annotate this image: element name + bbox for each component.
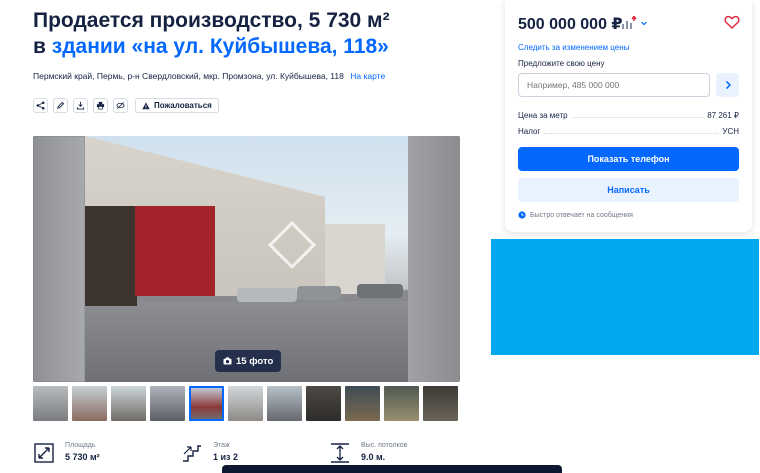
complain-button[interactable]: Пожаловаться	[135, 98, 219, 113]
address-text: Пермский край, Пермь, р-н Свердловский, …	[33, 71, 344, 81]
photo-gallery[interactable]: 15 фото	[33, 136, 460, 382]
camera-icon	[223, 357, 232, 365]
building-link[interactable]: здании «на ул. Куйбышева, 118»	[52, 35, 389, 58]
thumbnail[interactable]	[423, 386, 458, 421]
thumbnail[interactable]	[72, 386, 107, 421]
offer-submit-button[interactable]	[716, 73, 739, 97]
warning-icon	[142, 101, 150, 109]
fact-ceiling: Выс. потолков 9.0 м.	[329, 442, 459, 464]
chevron-right-icon	[725, 80, 731, 90]
offer-label: Предложите свою цену	[518, 59, 605, 68]
chevron-down-icon	[641, 21, 647, 26]
offer-price-input[interactable]	[518, 73, 710, 97]
thumbnail[interactable]	[267, 386, 302, 421]
thumbnail[interactable]	[150, 386, 185, 421]
area-icon	[34, 443, 54, 463]
price-per-meter-value: 87 261 ₽	[707, 111, 739, 120]
clock-icon	[518, 211, 526, 219]
gallery-prev-blur[interactable]	[33, 136, 85, 382]
ceiling-height-icon	[331, 443, 349, 463]
fact-area: Площадь 5 730 м²	[33, 442, 181, 464]
title-prefix: в	[33, 35, 52, 58]
stairs-icon	[183, 445, 201, 462]
thumbnail[interactable]	[111, 386, 146, 421]
photo-count: 15 фото	[236, 355, 274, 367]
show-phone-button[interactable]: Показать телефон	[518, 147, 739, 171]
map-link[interactable]: На карте	[350, 71, 385, 81]
fact-value: 5 730 м²	[65, 452, 100, 462]
title-line-1: Продается производство, 5 730 м²	[33, 9, 390, 32]
ad-banner[interactable]	[491, 239, 759, 355]
edit-button[interactable]	[53, 98, 68, 113]
share-icon	[36, 101, 45, 110]
main-photo[interactable]	[85, 136, 408, 382]
download-icon	[76, 101, 85, 110]
fact-label: Площадь	[65, 442, 96, 449]
thumbnail[interactable]	[228, 386, 263, 421]
price-history-toggle[interactable]	[621, 16, 648, 30]
fact-floor: Этаж 1 из 2	[181, 442, 329, 464]
tax-label: Налог	[518, 127, 541, 136]
write-message-button[interactable]: Написать	[518, 178, 739, 202]
bottom-bar	[222, 465, 562, 473]
price: 500 000 000 ₽	[518, 16, 623, 33]
price-card: 500 000 000 ₽ Следить за изменением цены…	[505, 0, 752, 232]
complain-label: Пожаловаться	[154, 101, 212, 110]
gallery-next-blur[interactable]	[408, 136, 460, 382]
thumbnail-strip	[33, 386, 458, 421]
print-icon	[96, 101, 105, 110]
thumbnail[interactable]	[306, 386, 341, 421]
tax-row: Налог УСН	[518, 127, 739, 136]
listing-title: Продается производство, 5 730 м² в здани…	[33, 8, 473, 60]
hide-button[interactable]	[113, 98, 128, 113]
tax-value: УСН	[722, 127, 739, 136]
thumbnail[interactable]	[345, 386, 380, 421]
fact-label: Выс. потолков	[361, 442, 408, 449]
thumbnail-active[interactable]	[189, 386, 224, 421]
action-toolbar: Пожаловаться	[33, 98, 219, 113]
thumbnail[interactable]	[33, 386, 68, 421]
photo-count-badge[interactable]: 15 фото	[215, 350, 282, 372]
facts-row: Площадь 5 730 м² Этаж 1 из 2 Выс. потолк…	[33, 442, 459, 464]
fact-label: Этаж	[213, 442, 230, 449]
download-button[interactable]	[73, 98, 88, 113]
reply-speed-note: Быстро отвечает на сообщения	[518, 211, 633, 219]
price-history-icon	[622, 16, 637, 29]
fact-value: 1 из 2	[213, 452, 239, 462]
print-button[interactable]	[93, 98, 108, 113]
reply-speed-text: Быстро отвечает на сообщения	[530, 211, 633, 219]
hide-icon	[116, 102, 125, 109]
follow-price-link[interactable]: Следить за изменением цены	[518, 43, 629, 52]
price-per-meter-row: Цена за метр 87 261 ₽	[518, 111, 739, 120]
fact-value: 9.0 м.	[361, 452, 386, 462]
address: Пермский край, Пермь, р-н Свердловский, …	[33, 71, 385, 81]
price-per-meter-label: Цена за метр	[518, 111, 568, 120]
share-button[interactable]	[33, 98, 48, 113]
title-line-2: в здании «на ул. Куйбышева, 118»	[33, 34, 473, 60]
thumbnail[interactable]	[384, 386, 419, 421]
favorite-heart-icon[interactable]	[724, 14, 740, 30]
edit-icon	[57, 101, 65, 109]
